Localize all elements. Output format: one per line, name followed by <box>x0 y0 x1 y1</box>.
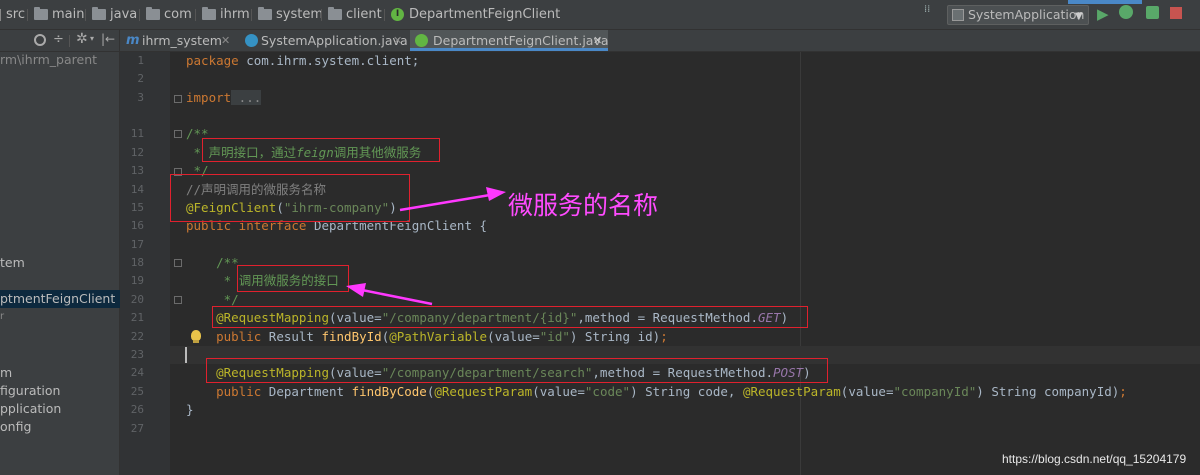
annotation-label: 微服务的名称 <box>508 191 659 220</box>
arrowhead <box>346 283 366 297</box>
arrowhead <box>486 187 506 201</box>
watermark: https://blog.csdn.net/qq_15204179 <box>1002 452 1187 466</box>
arrow-line <box>361 288 433 306</box>
annotation-arrows <box>346 187 506 306</box>
arrow-line <box>399 193 491 212</box>
